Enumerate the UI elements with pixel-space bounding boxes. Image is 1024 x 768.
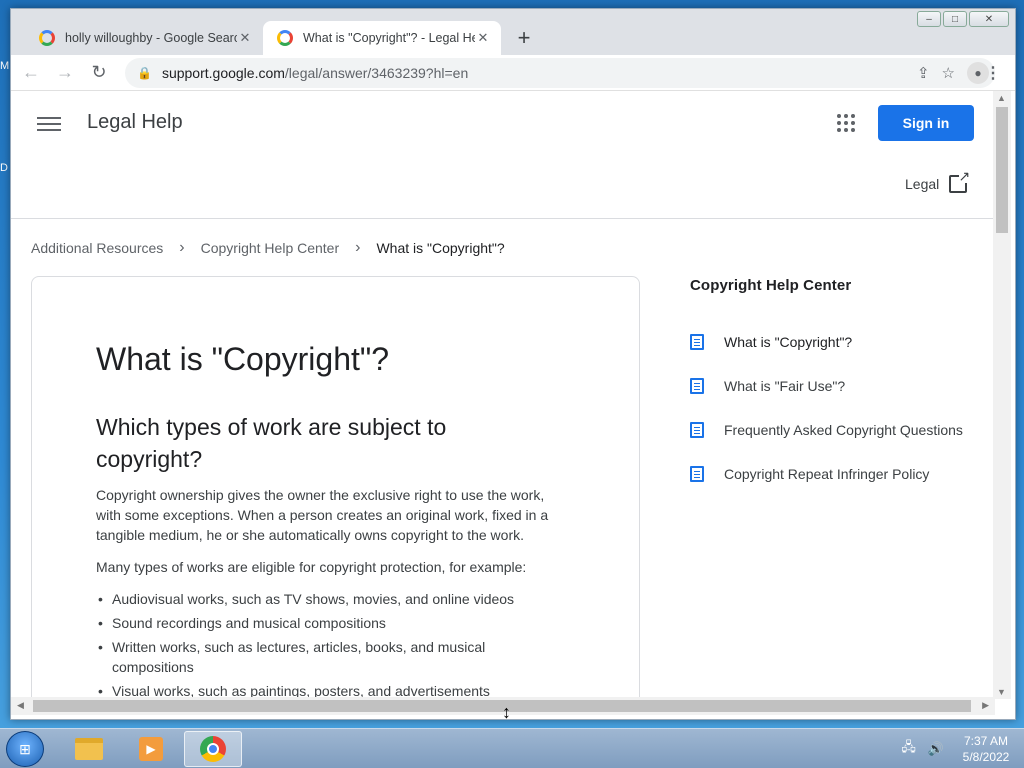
list-item: Sound recordings and musical composition…	[96, 613, 526, 633]
breadcrumb-item-current: What is "Copyright"?	[376, 240, 505, 256]
tab-strip: – □ ✕ holly willoughby - Google Search ✕…	[11, 9, 1015, 55]
address-bar[interactable]: 🔒 support.google.com/legal/answer/346323…	[125, 58, 995, 88]
sidebar-item-label: What is "Copyright"?	[724, 334, 853, 350]
taskbar-file-explorer[interactable]	[60, 731, 118, 767]
back-arrow-icon[interactable]: ←	[17, 59, 45, 87]
open-in-new-icon	[949, 169, 971, 193]
site-title[interactable]: Legal Help	[87, 111, 183, 134]
start-button[interactable]: ⊞	[6, 731, 44, 767]
tab-google-search[interactable]: holly willoughby - Google Search ✕	[25, 21, 263, 55]
scroll-left-arrow-icon[interactable]: ◀	[17, 700, 24, 711]
page-viewport: Legal Help Sign in Legal Additional Reso…	[11, 91, 995, 699]
desktop-icon-label[interactable]: D	[0, 162, 8, 174]
clock-date: 5/8/2022	[962, 750, 1010, 764]
tab-title: holly willoughby - Google Search	[65, 31, 237, 45]
breadcrumb-item-copyright-help-center[interactable]: Copyright Help Center	[201, 240, 340, 256]
article-doc-icon	[690, 466, 704, 482]
browser-window: – □ ✕ holly willoughby - Google Search ✕…	[10, 8, 1016, 720]
sidebar-list: What is "Copyright"? What is "Fair Use"?…	[690, 320, 990, 496]
google-favicon-icon	[39, 30, 55, 46]
scroll-right-arrow-icon[interactable]: ▶	[982, 700, 989, 711]
legal-link-label: Legal	[905, 176, 940, 192]
article-doc-icon	[690, 422, 704, 438]
url-host: support.google.com	[161, 65, 285, 81]
article-doc-icon	[690, 334, 704, 350]
clock[interactable]: 7:37 AM 5/8/2022	[956, 733, 1016, 765]
url-path: /legal/answer/3463239?hl=en	[284, 65, 469, 81]
minimize-button[interactable]: –	[917, 11, 941, 27]
chrome-menu-icon[interactable]: ⋮	[985, 63, 1001, 83]
folder-icon	[75, 738, 103, 760]
system-tray: 🖧 🔊 7:37 AM 5/8/2022	[901, 733, 1016, 765]
vertical-scroll-thumb[interactable]	[996, 107, 1008, 233]
hamburger-menu-icon[interactable]	[37, 113, 61, 135]
breadcrumb-item-additional-resources[interactable]: Additional Resources	[31, 240, 163, 256]
scroll-up-arrow-icon[interactable]: ▲	[997, 93, 1006, 103]
chrome-icon	[200, 736, 226, 762]
taskbar-media-player[interactable]: ▶	[122, 731, 180, 767]
sidebar-item-label: Copyright Repeat Infringer Policy	[724, 466, 930, 482]
chevron-right-icon: ›	[179, 239, 185, 256]
article-bullet-list: Audiovisual works, such as TV shows, mov…	[96, 589, 526, 699]
network-icon[interactable]: 🖧	[901, 738, 916, 760]
article-paragraph: Copyright ownership gives the owner the …	[96, 487, 549, 543]
sidebar-item-fair-use[interactable]: What is "Fair Use"?	[690, 364, 990, 408]
sidebar-title: Copyright Help Center	[690, 277, 852, 294]
forward-arrow-icon[interactable]: →	[51, 59, 79, 87]
sidebar-item-what-is-copyright[interactable]: What is "Copyright"?	[690, 320, 990, 364]
sidebar: Copyright Help Center What is "Copyright…	[690, 277, 990, 496]
lock-icon[interactable]: 🔒	[137, 66, 152, 80]
bookmark-star-icon[interactable]: ☆	[942, 64, 955, 82]
share-icon[interactable]: ⇪	[917, 64, 930, 82]
resize-cursor-icon: ↕	[502, 702, 511, 722]
omnibox-actions: ⇪ ☆ ●	[917, 62, 989, 84]
browser-toolbar: ← → ↻ 🔒 support.google.com/legal/answer/…	[11, 55, 1015, 91]
sidebar-item-label: What is "Fair Use"?	[724, 378, 846, 394]
desktop-icon-label[interactable]: M	[0, 60, 9, 72]
breadcrumb: Additional Resources › Copyright Help Ce…	[31, 239, 505, 257]
close-window-button[interactable]: ✕	[969, 11, 1009, 27]
article-card: What is "Copyright"? Which types of work…	[31, 276, 640, 699]
article-title: What is "Copyright"?	[96, 341, 390, 377]
article-subtitle: Which types of work are subject to copyr…	[96, 414, 447, 472]
tab-close-icon[interactable]: ✕	[237, 30, 253, 46]
volume-icon[interactable]: 🔊	[928, 741, 944, 757]
legal-link[interactable]: Legal	[905, 169, 971, 193]
article-doc-icon	[690, 378, 704, 394]
chevron-right-icon: ›	[355, 239, 361, 256]
media-player-icon: ▶	[139, 737, 163, 761]
sidebar-item-repeat-infringer[interactable]: Copyright Repeat Infringer Policy	[690, 452, 990, 496]
reload-icon[interactable]: ↻	[85, 59, 113, 87]
tab-title: What is "Copyright"? - Legal Help	[303, 31, 475, 45]
google-apps-icon[interactable]	[837, 114, 855, 132]
new-tab-button[interactable]: +	[511, 25, 537, 51]
google-favicon-icon	[277, 30, 293, 46]
list-item: Written works, such as lectures, article…	[96, 637, 526, 677]
clock-time: 7:37 AM	[963, 734, 1009, 748]
sidebar-item-label: Frequently Asked Copyright Questions	[724, 422, 963, 438]
taskbar: ⊞ ▶ 🖧 🔊 7:37 AM 5/8/2022	[0, 728, 1024, 768]
maximize-button[interactable]: □	[943, 11, 967, 27]
tab-legal-help[interactable]: What is "Copyright"? - Legal Help ✕	[263, 21, 501, 55]
sign-in-button[interactable]: Sign in	[878, 105, 974, 141]
list-item: Audiovisual works, such as TV shows, mov…	[96, 589, 526, 609]
window-controls: – □ ✕	[917, 11, 1009, 27]
taskbar-chrome[interactable]	[184, 731, 242, 767]
sidebar-item-faq[interactable]: Frequently Asked Copyright Questions	[690, 408, 990, 452]
vertical-scrollbar[interactable]: ▲ ▼	[993, 91, 1011, 699]
tab-close-icon[interactable]: ✕	[475, 30, 491, 46]
scroll-down-arrow-icon[interactable]: ▼	[997, 687, 1006, 697]
site-header: Legal Help Sign in Legal	[11, 91, 995, 219]
article-paragraph: Many types of works are eligible for cop…	[96, 559, 527, 575]
